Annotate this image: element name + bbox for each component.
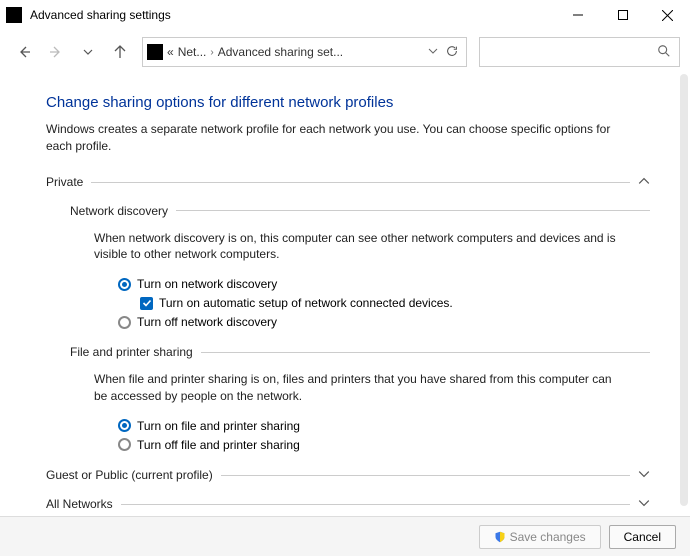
refresh-button[interactable] — [442, 44, 462, 61]
radio-nd-on[interactable]: Turn on network discovery — [118, 277, 650, 291]
section-guest-header[interactable]: Guest or Public (current profile) — [46, 468, 650, 483]
section-private-header[interactable]: Private — [46, 175, 650, 190]
subsection-title: File and printer sharing — [70, 345, 193, 359]
breadcrumb-item[interactable]: Advanced sharing set... — [218, 45, 343, 59]
recent-dropdown-button[interactable] — [74, 38, 102, 66]
search-box[interactable] — [479, 37, 680, 67]
section-label: All Networks — [46, 497, 113, 511]
up-button[interactable] — [106, 38, 134, 66]
radio-label: Turn off file and printer sharing — [137, 438, 300, 452]
section-label: Guest or Public (current profile) — [46, 468, 213, 482]
radio-label: Turn on file and printer sharing — [137, 419, 300, 433]
page-heading: Change sharing options for different net… — [46, 94, 650, 111]
checkbox-icon — [140, 297, 153, 310]
save-changes-button[interactable]: Save changes — [479, 525, 601, 549]
scrollbar[interactable] — [680, 74, 688, 506]
radio-nd-off[interactable]: Turn off network discovery — [118, 315, 650, 329]
forward-button[interactable] — [42, 38, 70, 66]
button-label: Save changes — [510, 530, 586, 544]
location-icon — [147, 44, 163, 60]
radio-fp-off[interactable]: Turn off file and printer sharing — [118, 438, 650, 452]
checkbox-label: Turn on automatic setup of network conne… — [159, 296, 453, 310]
titlebar: Advanced sharing settings — [0, 0, 690, 30]
check-auto-setup[interactable]: Turn on automatic setup of network conne… — [140, 296, 650, 310]
radio-icon — [118, 419, 131, 432]
button-label: Cancel — [624, 530, 661, 544]
radio-icon — [118, 278, 131, 291]
radio-icon — [118, 438, 131, 451]
address-dropdown-icon[interactable] — [428, 45, 438, 59]
breadcrumb-item[interactable]: Net... — [178, 45, 207, 59]
section-all-header[interactable]: All Networks — [46, 497, 650, 512]
minimize-button[interactable] — [555, 0, 600, 30]
radio-label: Turn on network discovery — [137, 277, 277, 291]
subsection-desc: When network discovery is on, this compu… — [94, 230, 650, 264]
shield-icon — [494, 531, 506, 543]
back-button[interactable] — [10, 38, 38, 66]
app-icon — [6, 7, 22, 23]
search-icon — [657, 44, 671, 61]
nav-row: « Net... › Advanced sharing set... — [0, 34, 690, 70]
address-bar[interactable]: « Net... › Advanced sharing set... — [142, 37, 467, 67]
intro-text: Windows creates a separate network profi… — [46, 121, 650, 155]
close-button[interactable] — [645, 0, 690, 30]
maximize-button[interactable] — [600, 0, 645, 30]
cancel-button[interactable]: Cancel — [609, 525, 676, 549]
radio-label: Turn off network discovery — [137, 315, 277, 329]
subsection-desc: When file and printer sharing is on, fil… — [94, 371, 650, 405]
footer: Save changes Cancel — [0, 516, 690, 556]
radio-icon — [118, 316, 131, 329]
window-title: Advanced sharing settings — [30, 8, 555, 22]
subsection-file-printer: File and printer sharing When file and p… — [70, 345, 650, 452]
section-label: Private — [46, 175, 83, 189]
content-pane: Change sharing options for different net… — [0, 70, 690, 516]
chevron-up-icon — [638, 175, 650, 190]
chevron-down-icon — [638, 497, 650, 512]
chevron-right-icon[interactable]: › — [210, 47, 213, 58]
radio-fp-on[interactable]: Turn on file and printer sharing — [118, 419, 650, 433]
subsection-network-discovery: Network discovery When network discovery… — [70, 204, 650, 330]
chevron-down-icon — [638, 468, 650, 483]
subsection-title: Network discovery — [70, 204, 168, 218]
breadcrumb-prev[interactable]: « — [167, 45, 174, 59]
